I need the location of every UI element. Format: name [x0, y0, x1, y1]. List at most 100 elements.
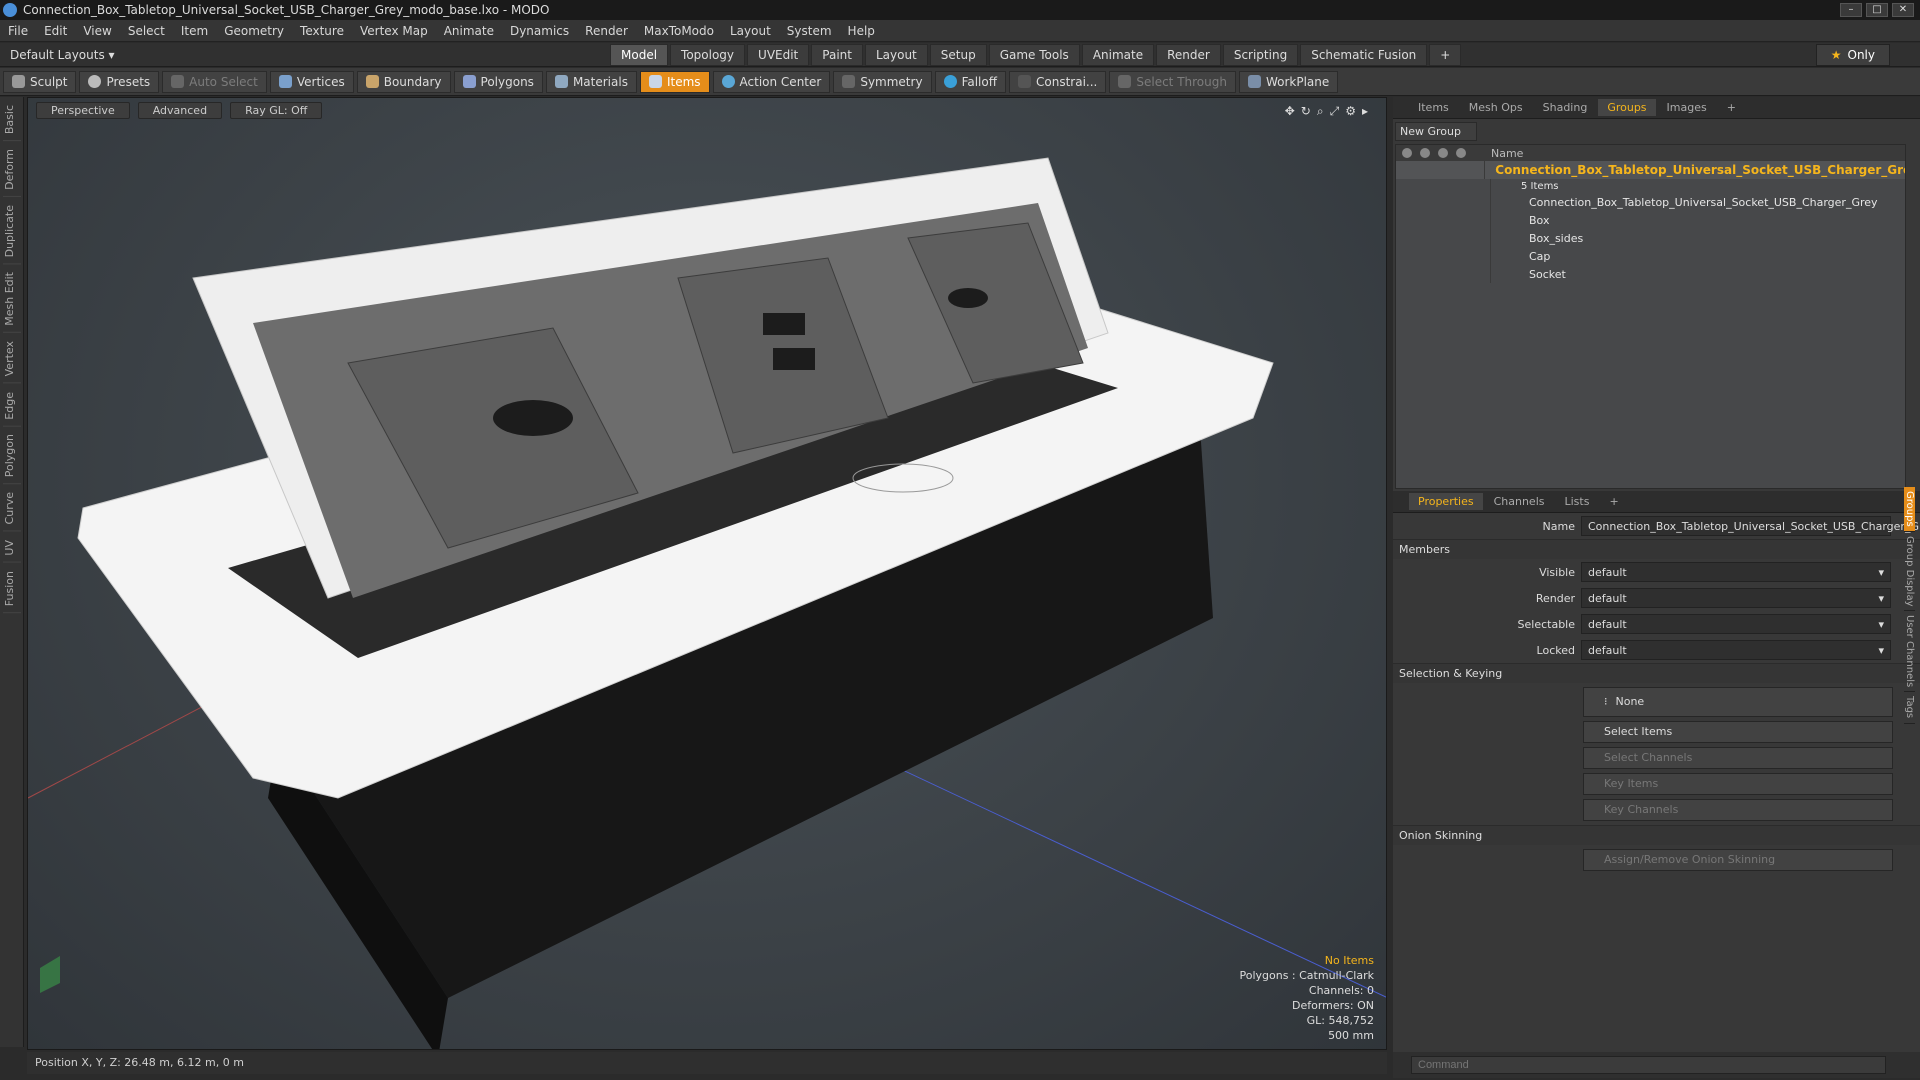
presets-button[interactable]: Presets [79, 70, 160, 93]
left-tab-edge[interactable]: Edge [2, 385, 21, 427]
menu-select[interactable]: Select [120, 24, 173, 38]
vertices-button[interactable]: Vertices [269, 70, 354, 93]
default-layouts-dropdown[interactable]: Default Layouts ▾ [10, 48, 590, 62]
side-tab-user-channels[interactable]: User Channels [1904, 611, 1915, 693]
menu-vertex-map[interactable]: Vertex Map [352, 24, 436, 38]
tab-game-tools[interactable]: Game Tools [988, 43, 1080, 66]
3d-viewport[interactable]: Perspective Advanced Ray GL: Off ✥ ↻ ⌕ ⤢… [27, 97, 1387, 1050]
auto-select-button[interactable]: Auto Select [162, 70, 267, 93]
menu-dynamics[interactable]: Dynamics [502, 24, 577, 38]
tab-images[interactable]: Images [1658, 99, 1716, 116]
rotate-view-icon[interactable]: ↻ [1301, 104, 1311, 119]
key-channels-button[interactable]: Key Channels [1583, 799, 1893, 821]
zoom-view-icon[interactable]: ⌕ [1317, 104, 1324, 119]
side-tab-groups[interactable]: Groups [1904, 487, 1915, 532]
polygons-button[interactable]: Polygons [453, 70, 543, 93]
side-tab-tags[interactable]: Tags [1904, 692, 1915, 724]
assign-onion-skinning-button[interactable]: Assign/Remove Onion Skinning [1583, 849, 1893, 871]
tab-shading[interactable]: Shading [1534, 99, 1597, 116]
visible-dropdown[interactable]: default ▾ [1581, 562, 1891, 582]
menu-help[interactable]: Help [840, 24, 883, 38]
tab-mesh-ops[interactable]: Mesh Ops [1460, 99, 1532, 116]
close-button[interactable]: ✕ [1892, 3, 1914, 17]
menu-maxtomodo[interactable]: MaxToModo [636, 24, 722, 38]
select-through-button[interactable]: Select Through [1109, 70, 1236, 93]
left-tab-curve[interactable]: Curve [2, 486, 21, 532]
none-button[interactable]: ⁝ None [1583, 687, 1893, 717]
view-perspective-dropdown[interactable]: Perspective [36, 102, 130, 119]
tab-paint[interactable]: Paint [811, 43, 863, 66]
materials-button[interactable]: Materials [545, 70, 637, 93]
tab-topology[interactable]: Topology [670, 43, 746, 66]
tab-model[interactable]: Model [610, 43, 669, 66]
menu-edit[interactable]: Edit [36, 24, 75, 38]
list-item[interactable]: Box [1396, 211, 1905, 229]
tab-channels[interactable]: Channels [1485, 493, 1554, 510]
select-channels-button[interactable]: Select Channels [1583, 747, 1893, 769]
action-center-button[interactable]: Action Center [712, 70, 831, 93]
tab-properties[interactable]: Properties [1409, 493, 1483, 510]
menu-item[interactable]: Item [173, 24, 216, 38]
left-tab-uv[interactable]: UV [2, 533, 21, 563]
left-tab-fusion[interactable]: Fusion [2, 564, 21, 613]
onion-skinning-section[interactable]: Onion Skinning [1393, 825, 1920, 845]
tab-animate[interactable]: Animate [1081, 43, 1155, 66]
list-item[interactable]: Cap [1396, 247, 1905, 265]
tab-render[interactable]: Render [1156, 43, 1221, 66]
sculpt-button[interactable]: Sculpt [3, 70, 77, 93]
menu-render[interactable]: Render [577, 24, 636, 38]
tab-groups[interactable]: Groups [1598, 99, 1656, 116]
boundary-button[interactable]: Boundary [356, 70, 451, 93]
name-field[interactable]: Connection_Box_Tabletop_Universal_Socket… [1581, 516, 1920, 536]
tab-setup[interactable]: Setup [929, 43, 987, 66]
key-items-button[interactable]: Key Items [1583, 773, 1893, 795]
tab-uvedit[interactable]: UVEdit [747, 43, 810, 66]
workplane-button[interactable]: WorkPlane [1238, 70, 1339, 93]
tab-scripting[interactable]: Scripting [1222, 43, 1299, 66]
side-tab-group-display[interactable]: Group Display [1904, 532, 1915, 612]
left-tab-deform[interactable]: Deform [2, 143, 21, 198]
menu-texture[interactable]: Texture [292, 24, 352, 38]
command-input[interactable] [1411, 1056, 1886, 1074]
list-item[interactable]: Socket [1396, 265, 1905, 283]
selectable-dropdown[interactable]: default ▾ [1581, 614, 1891, 634]
tab-lists[interactable]: Lists [1556, 493, 1599, 510]
raygl-toggle[interactable]: Ray GL: Off [230, 102, 323, 119]
viewport-expand-icon[interactable]: ▸ [1362, 104, 1368, 119]
constraints-button[interactable]: Constrai... [1009, 70, 1107, 93]
tab-schematic-fusion[interactable]: Schematic Fusion [1300, 43, 1428, 66]
left-tab-duplicate[interactable]: Duplicate [2, 199, 21, 265]
fit-view-icon[interactable]: ⤢ [1330, 104, 1340, 119]
list-item[interactable]: Connection_Box_Tabletop_Universal_Socket… [1396, 193, 1905, 211]
items-button[interactable]: Items [639, 70, 710, 93]
tab-items[interactable]: Items [1409, 99, 1458, 116]
menu-geometry[interactable]: Geometry [216, 24, 292, 38]
minimize-button[interactable]: – [1840, 3, 1862, 17]
left-tab-polygon[interactable]: Polygon [2, 428, 21, 485]
render-dropdown[interactable]: default ▾ [1581, 588, 1891, 608]
left-tab-mesh-edit[interactable]: Mesh Edit [2, 266, 21, 334]
members-section[interactable]: Members [1393, 539, 1920, 559]
menu-animate[interactable]: Animate [436, 24, 502, 38]
add-tab-button[interactable]: + [1429, 43, 1462, 66]
add-properties-tab-button[interactable]: + [1600, 493, 1627, 510]
select-items-button[interactable]: Select Items [1583, 721, 1893, 743]
left-tab-basic[interactable]: Basic [2, 99, 21, 142]
menu-file[interactable]: File [0, 24, 36, 38]
tab-layout[interactable]: Layout [864, 43, 928, 66]
shading-advanced-dropdown[interactable]: Advanced [137, 102, 223, 119]
group-row[interactable]: Connection_Box_Tabletop_Universal_Socket… [1396, 161, 1905, 179]
only-toggle[interactable]: ★ Only [1815, 43, 1890, 66]
maximize-button[interactable]: □ [1866, 3, 1888, 17]
list-item[interactable]: Box_sides [1396, 229, 1905, 247]
menu-system[interactable]: System [779, 24, 840, 38]
menu-view[interactable]: View [75, 24, 119, 38]
move-view-icon[interactable]: ✥ [1285, 104, 1295, 119]
symmetry-button[interactable]: Symmetry [833, 70, 932, 93]
selection-keying-section[interactable]: Selection & Keying [1393, 663, 1920, 683]
menu-layout[interactable]: Layout [722, 24, 779, 38]
add-panel-tab-button[interactable]: + [1718, 99, 1745, 116]
locked-dropdown[interactable]: default ▾ [1581, 640, 1891, 660]
falloff-button[interactable]: Falloff [934, 70, 1006, 93]
new-group-button[interactable]: New Group [1395, 122, 1477, 141]
